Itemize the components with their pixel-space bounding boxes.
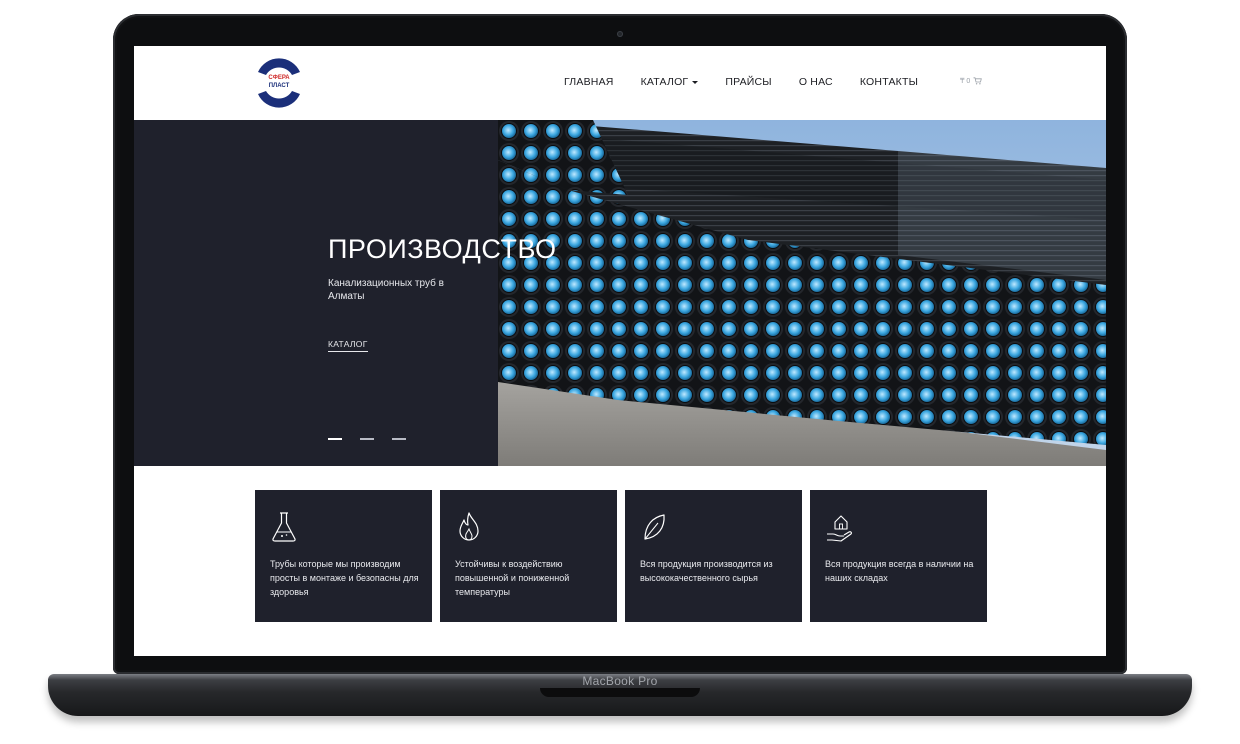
nav-item-prices[interactable]: ПРАЙСЫ (725, 76, 771, 88)
features-row: Трубы которые мы производим просты в мон… (255, 490, 987, 622)
cart-amount: ₸ 0 (960, 78, 971, 85)
feature-card: Трубы которые мы производим просты в мон… (255, 490, 432, 622)
hero-catalog-link[interactable]: КАТАЛОГ (328, 339, 368, 352)
feature-text: Трубы которые мы производим просты в мон… (270, 559, 419, 597)
laptop-notch (540, 688, 700, 697)
screen: СФЕРА ПЛАСТ ГЛАВНАЯ КАТАЛОГ ПРАЙСЫ О НАС… (134, 46, 1106, 656)
chevron-down-icon (692, 80, 699, 84)
feature-card: Устойчивы к воздействию повышенной и пон… (440, 490, 617, 622)
device-label: MacBook Pro (582, 674, 658, 688)
leaf-icon (644, 514, 665, 540)
feature-card: Вся продукция всегда в наличии на наших … (810, 490, 987, 622)
logo-line2: ПЛАСТ (268, 83, 290, 89)
logo-line1: СФЕРА (268, 75, 290, 81)
feature-text: Вся продукция всегда в наличии на наших … (825, 559, 974, 583)
slider-dots (328, 438, 406, 440)
slider-dot-2[interactable] (360, 438, 374, 440)
slider-dot-1[interactable] (328, 438, 342, 440)
pipes-image (498, 120, 1106, 466)
nav-item-catalog[interactable]: КАТАЛОГ (641, 76, 699, 88)
site-header: СФЕРА ПЛАСТ ГЛАВНАЯ КАТАЛОГ ПРАЙСЫ О НАС… (134, 46, 1106, 120)
hero-title: ПРОИЗВОДСТВО (328, 234, 557, 264)
logo[interactable]: СФЕРА ПЛАСТ (252, 58, 306, 108)
camera-icon (617, 31, 623, 37)
nav-item-catalog-label: КАТАЛОГ (640, 76, 689, 88)
hero-subtitle: Канализационных труб в Алматы (328, 278, 444, 302)
hero-image (498, 120, 1106, 466)
flask-icon (272, 512, 296, 542)
nav-item-about[interactable]: О НАС (799, 76, 833, 88)
main-nav: ГЛАВНАЯ КАТАЛОГ ПРАЙСЫ О НАС КОНТАКТЫ (564, 76, 945, 88)
nav-item-home[interactable]: ГЛАВНАЯ (564, 76, 614, 88)
flame-icon (459, 512, 479, 541)
slider-dot-3[interactable] (392, 438, 406, 440)
feature-text: Устойчивы к воздействию повышенной и пон… (455, 559, 570, 597)
nav-item-contacts[interactable]: КОНТАКТЫ (860, 76, 918, 88)
cart-button[interactable]: ₸ 0 (960, 77, 983, 85)
hero-slider: ПРОИЗВОДСТВО Канализационных труб в Алма… (134, 120, 1106, 466)
feature-text: Вся продукция производится из высококаче… (640, 559, 773, 583)
house-hand-icon (827, 515, 852, 542)
feature-card: Вся продукция производится из высококаче… (625, 490, 802, 622)
cart-icon (973, 77, 983, 85)
